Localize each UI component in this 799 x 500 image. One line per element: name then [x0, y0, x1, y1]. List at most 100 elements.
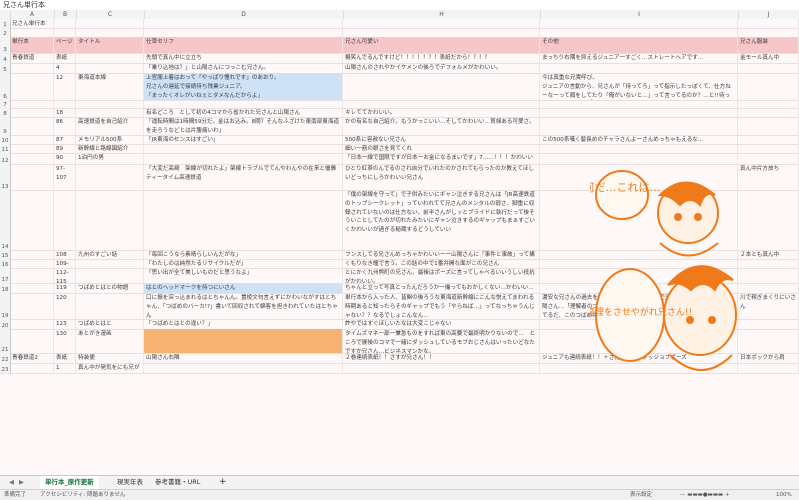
cell-b[interactable]: 109-110	[54, 259, 76, 268]
cell-i[interactable]: まっちり右隅を抑えるジュニア一すごく…ストレートへアです…	[540, 53, 738, 63]
cell-b[interactable]: 119	[54, 283, 76, 293]
col-header-c[interactable]: C	[76, 10, 145, 19]
cell-d[interactable]: 「大変だ高崎 架線が切れたよ」架線トラブルでてんやわんやの在来と優雅ティータイム…	[144, 164, 343, 190]
cell-i[interactable]	[540, 108, 738, 117]
cell-j[interactable]	[738, 19, 799, 28]
cell-b[interactable]	[54, 190, 76, 250]
cell-a[interactable]	[10, 293, 54, 319]
cell-d[interactable]: 口に振を突っ込まれるはとちゃんん。置棱文句言えずにかわいながすはとちゃん、「つば…	[144, 293, 343, 319]
cell-j[interactable]	[738, 259, 799, 268]
cell-d[interactable]: 有名どころ として初の4コマから省かれた兄さんと山陽さん	[144, 108, 343, 117]
cell-c[interactable]: 高速鉄道を自己紹介	[76, 117, 144, 135]
cell-c[interactable]	[76, 268, 144, 283]
cell-j[interactable]	[738, 329, 799, 353]
cell-h[interactable]	[343, 100, 540, 108]
tab-nav-right-icon[interactable]: ▶	[14, 476, 29, 489]
cell-c[interactable]	[76, 28, 144, 37]
cell-d[interactable]: 「毎回こうなら素晴らしいんだがな」	[144, 250, 343, 259]
cell-b[interactable]: 108	[54, 250, 76, 259]
cell-b[interactable]	[54, 19, 76, 28]
cell-b[interactable]: 表紙	[54, 53, 76, 63]
cell-j[interactable]	[738, 100, 799, 108]
cell-h[interactable]: フンスしてる兄さんめっちゃかわいいーー山陽さんに「事件と事故」って構ってこうかれ…	[343, 250, 540, 259]
cell-c[interactable]	[76, 63, 144, 73]
cell-h[interactable]: 500系に容赦ない兄さん	[343, 135, 540, 144]
cell-i[interactable]	[540, 153, 738, 164]
cell-c[interactable]: 九州のすごい話	[76, 250, 144, 259]
cell-h[interactable]: 兄さん可愛い	[343, 37, 540, 53]
cell-a[interactable]	[10, 268, 54, 283]
cell-j[interactable]: 兄さん服装	[738, 37, 799, 53]
cell-a[interactable]	[10, 63, 54, 73]
cell-h[interactable]: ちゃんと立って写真とったんだろうか一撮ってもおかしくない…かわいい…	[343, 283, 540, 293]
cell-a[interactable]	[10, 164, 54, 190]
cell-c[interactable]: 新幹線と路線図紹介	[76, 144, 144, 153]
cell-h[interactable]	[343, 363, 540, 373]
cell-c[interactable]	[76, 53, 144, 63]
col-header-b[interactable]: B	[54, 10, 77, 19]
cell-i[interactable]: その他	[540, 37, 738, 53]
cell-a[interactable]	[10, 283, 54, 293]
cell-b[interactable]: 表紙	[54, 353, 76, 363]
cell-a[interactable]: 兄さん単行本	[10, 19, 54, 28]
cell-c[interactable]: あとがき漫画	[76, 329, 144, 353]
cell-i[interactable]: この500系嘆く髪長めのチャラさんよーさんめっちゃもえるな…	[540, 135, 738, 144]
col-header-j[interactable]: J	[738, 10, 799, 19]
add-sheet-button[interactable]: +	[214, 476, 232, 489]
cell-a[interactable]	[10, 135, 54, 144]
cell-h[interactable]: 擬笑んでるんですけど！！！！！？！表紙だから！？！？	[343, 53, 540, 63]
cell-j[interactable]: 川で稼ぎまくりにいさん	[738, 293, 799, 319]
cell-a[interactable]	[10, 363, 54, 373]
tab-sheet-2[interactable]: 現実年表	[112, 476, 148, 489]
cell-a[interactable]	[10, 100, 54, 108]
cell-d[interactable]: 「乗り込地は？」と山陽さんにつっこむ兄さん。	[144, 63, 343, 73]
cell-d[interactable]	[144, 28, 343, 37]
cell-d[interactable]: 先頭で真ん中に立立ち	[144, 53, 343, 63]
cell-i[interactable]	[540, 100, 738, 108]
cell-h[interactable]: キレててかわいい。	[343, 108, 540, 117]
cell-b[interactable]: 87	[54, 135, 76, 144]
cell-d[interactable]: はとのヘッドマークを持つにいさん	[144, 283, 343, 293]
cell-c[interactable]	[76, 19, 144, 28]
cell-b[interactable]: 112-115	[54, 268, 76, 283]
cell-d[interactable]	[144, 190, 343, 250]
cell-c[interactable]	[76, 293, 144, 319]
cell-d[interactable]	[144, 100, 343, 108]
cell-h[interactable]: 「日本一線で国限ですが日本一お金になるまいです」7……！！！かわいい	[343, 153, 540, 164]
cell-a[interactable]	[10, 28, 54, 37]
cell-h[interactable]: 許やではすぐほしいたなは大変こじゃない	[343, 319, 540, 329]
cell-a[interactable]	[10, 117, 54, 135]
cell-b[interactable]: 130	[54, 329, 76, 353]
cell-a[interactable]: 青春鉄道2	[10, 353, 54, 363]
cell-h[interactable]	[343, 73, 540, 100]
cell-i[interactable]	[540, 19, 738, 28]
cell-i[interactable]	[540, 117, 738, 135]
cell-d[interactable]: 山陽さん右隣	[144, 353, 343, 363]
cell-h[interactable]: ２巻連続表紙！！さすが兄さん！！	[343, 353, 540, 363]
cell-c[interactable]	[76, 190, 144, 250]
cell-c[interactable]: つばめとはと	[76, 319, 144, 329]
cell-a[interactable]	[10, 73, 54, 100]
cell-b[interactable]: 86	[54, 117, 76, 135]
cell-a[interactable]	[10, 319, 54, 329]
cell-c[interactable]	[76, 164, 144, 190]
cell-d[interactable]	[144, 144, 343, 153]
cell-h[interactable]	[343, 19, 540, 28]
cell-h[interactable]: 山陽さんのされやかイケメンの後ろでデフォルメがかわいい。	[343, 63, 540, 73]
cell-b[interactable]: 1	[54, 363, 76, 373]
cell-a[interactable]	[10, 153, 54, 164]
cell-h[interactable]: タイムズマネー部一兼急ものをすれば東の高要で最終明かりないので… ところで展後の…	[343, 329, 540, 353]
cell-c[interactable]	[76, 100, 144, 108]
cell-h[interactable]: 「僕の架線を守って」で子供みたいにギャン泣きする兄さんは「JR高速鉄道のトップシ…	[343, 190, 540, 250]
cell-d[interactable]: 上官服上着はおって「やっぱり憧れです」のあおり。 兄さんの遅延で接続待ち残業ジュ…	[144, 73, 343, 100]
cell-a[interactable]: 単行本	[10, 37, 54, 53]
cell-j[interactable]	[738, 63, 799, 73]
cell-j[interactable]	[738, 135, 799, 144]
cell-c[interactable]: つばめとはとの物語	[76, 283, 144, 293]
cell-b[interactable]: 4	[54, 63, 76, 73]
cell-j[interactable]	[738, 319, 799, 329]
cell-d[interactable]: 「わたしのは純然たるリサイクルだが」	[144, 259, 343, 268]
cell-a[interactable]	[10, 329, 54, 353]
cell-c[interactable]: タイトル	[76, 37, 144, 53]
cell-d[interactable]	[144, 19, 343, 28]
